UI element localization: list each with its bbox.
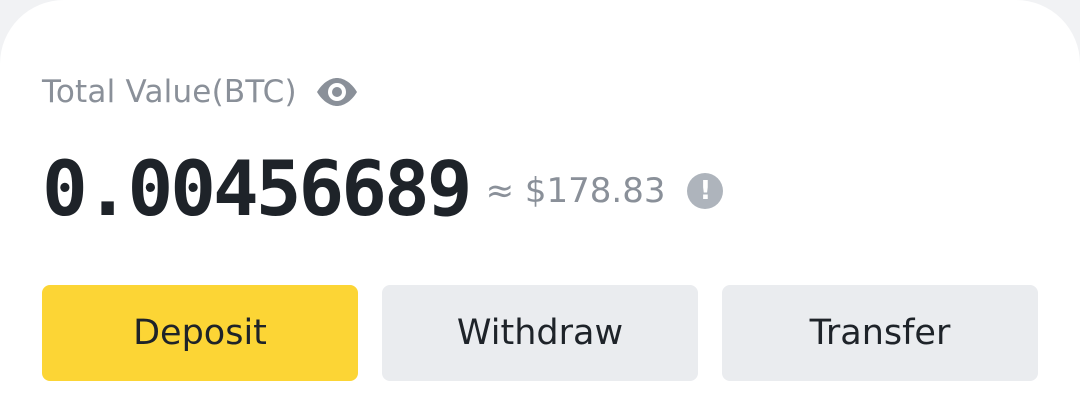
total-value-card: Total Value(BTC) 0.00456689 ≈ $178.83 ! … xyxy=(0,0,1080,418)
btc-balance: 0.00456689 xyxy=(42,143,473,233)
total-value-header: Total Value(BTC) xyxy=(42,70,359,114)
usd-approx-value: ≈ $178.83 xyxy=(485,171,666,211)
info-icon[interactable]: ! xyxy=(687,173,724,209)
eye-icon[interactable] xyxy=(315,75,359,109)
deposit-button[interactable]: Deposit xyxy=(42,285,358,381)
total-value-label: Total Value(BTC) xyxy=(42,74,297,110)
transfer-button[interactable]: Transfer xyxy=(722,285,1038,381)
withdraw-button[interactable]: Withdraw xyxy=(382,285,698,381)
balance-row: 0.00456689 ≈ $178.83 ! xyxy=(42,140,724,236)
